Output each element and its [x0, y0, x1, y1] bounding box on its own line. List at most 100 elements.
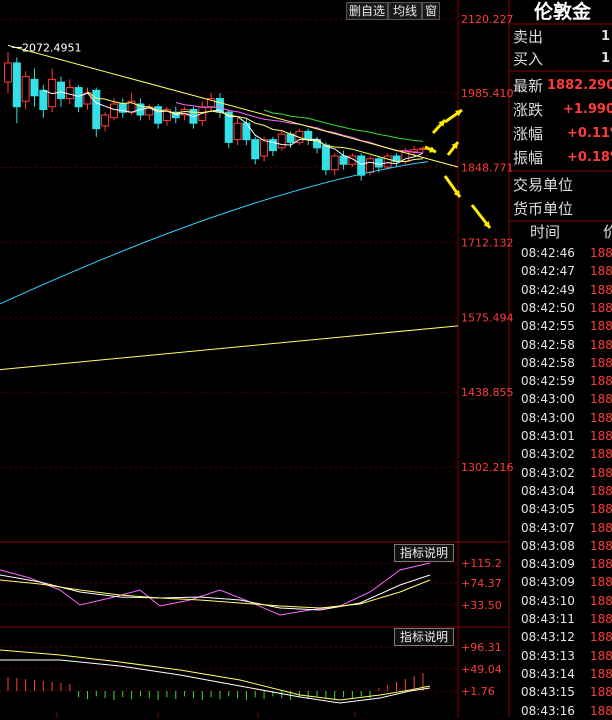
candle-body — [65, 87, 74, 100]
candle-body — [321, 144, 330, 171]
macd-dea-line — [0, 649, 431, 701]
tick-price: 188 — [590, 355, 612, 370]
tick-price: 188 — [590, 612, 612, 626]
candle-body — [410, 148, 419, 153]
tick-time: 08:43:09 — [521, 557, 575, 572]
indicator-tick-label: +115.2 — [461, 557, 502, 570]
candle-body — [251, 139, 260, 160]
tick-price: 188 — [590, 447, 612, 462]
indicator-line-k — [0, 562, 431, 616]
tick-price: 188 — [590, 483, 612, 498]
tick-time: 08:42:50 — [521, 300, 575, 315]
tick-price-header: 价 — [603, 223, 612, 241]
tick-price: 188 — [590, 282, 612, 297]
tick-time: 08:43:09 — [521, 575, 575, 590]
tick-price: 188 — [590, 648, 612, 663]
candle-body — [21, 76, 30, 102]
price-tick-label: 1575.494 — [461, 311, 514, 324]
high-price-label: 2072.4951 — [22, 41, 82, 54]
tick-time: 08:43:13 — [521, 648, 575, 663]
tick-price: 188 — [590, 685, 612, 700]
tick-time: 08:42:47 — [521, 264, 575, 279]
tick-time: 08:42:58 — [521, 337, 575, 352]
tick-time: 08:43:01 — [521, 429, 575, 443]
currency-unit-label: 货币单位 — [513, 200, 574, 218]
tick-price: 188 — [590, 465, 612, 480]
candle-body — [304, 130, 313, 141]
tick-price: 188 — [590, 575, 612, 590]
candle-body — [12, 62, 21, 108]
ma-line-long — [0, 161, 429, 305]
candle-body — [39, 89, 48, 110]
buy-value: 1 — [600, 51, 610, 66]
amplitude-label: 振幅 — [513, 149, 544, 167]
tick-price: 188 — [590, 337, 612, 352]
tick-time: 08:43:11 — [521, 612, 575, 626]
sell-value: 1 — [600, 29, 610, 44]
indicator-tick-label: +96.31 — [461, 641, 502, 654]
indicator-tick-label: +33.50 — [461, 599, 502, 612]
ma-line-button[interactable]: 均线 — [388, 2, 422, 20]
candle-body — [233, 122, 242, 141]
price-tick-label: 1438.855 — [461, 386, 514, 399]
window-button[interactable]: 窗 — [422, 2, 440, 20]
tick-price: 188 — [590, 410, 612, 425]
trend-line-up — [0, 325, 459, 371]
tick-time: 08:43:02 — [521, 447, 575, 462]
trade-unit-label: 交易单位 — [513, 176, 574, 194]
sell-label: 卖出 — [513, 28, 544, 46]
tick-price: 188 — [590, 246, 612, 260]
candle-body — [30, 78, 39, 97]
pct-change-value: +0.11% — [567, 126, 612, 141]
tick-time: 08:43:02 — [521, 465, 575, 480]
tick-price: 188 — [590, 300, 612, 315]
tick-price: 188 — [590, 392, 612, 407]
latest-label: 最新 — [513, 77, 544, 95]
candle-body — [374, 158, 383, 168]
change-label: 涨跌 — [513, 101, 544, 119]
candle-body — [109, 103, 118, 119]
candle-body — [339, 155, 348, 165]
tick-price: 188 — [590, 520, 612, 535]
tick-time: 08:42:46 — [521, 246, 575, 260]
candle-body — [56, 81, 65, 100]
candle-body — [242, 122, 251, 141]
tick-time: 08:43:12 — [521, 630, 575, 645]
candle-body — [83, 92, 92, 105]
candle-body — [4, 62, 12, 83]
candle-body — [260, 139, 269, 157]
tick-time: 08:42:58 — [521, 355, 575, 370]
tick-time: 08:42:59 — [521, 374, 575, 389]
tick-price: 188 — [590, 703, 612, 718]
candle-body — [357, 155, 366, 176]
price-tick-label: 2120.227 — [461, 13, 514, 26]
latest-value: 1882.2900 — [547, 78, 612, 93]
indicator-tick-label: +74.37 — [461, 577, 502, 590]
tick-price: 188 — [590, 666, 612, 681]
tick-time: 08:42:49 — [521, 282, 575, 297]
tick-price: 188 — [590, 502, 612, 517]
tick-time: 08:43:08 — [521, 538, 575, 553]
tick-time: 08:43:00 — [521, 410, 575, 425]
tick-time: 08:43:04 — [521, 483, 575, 498]
tick-price: 188 — [590, 630, 612, 645]
candle-body — [101, 114, 110, 127]
indicator-info-button-2[interactable]: 指标说明 — [394, 628, 454, 646]
price-tick-label: 1712.132 — [461, 237, 514, 250]
tick-time: 08:43:14 — [521, 666, 575, 681]
pct-change-label: 涨幅 — [513, 125, 544, 143]
tick-time: 08:43:15 — [521, 685, 575, 700]
indicator-info-button-1[interactable]: 指标说明 — [394, 544, 454, 562]
tick-price: 188 — [590, 264, 612, 279]
price-tick-label: 1302.216 — [461, 461, 514, 474]
tick-price: 188 — [590, 557, 612, 572]
change-value: +1.9901 — [563, 102, 612, 117]
delete-favorite-button[interactable]: 删自选 — [346, 2, 388, 20]
tick-time: 08:42:55 — [521, 319, 575, 334]
tick-time: 08:43:05 — [521, 502, 575, 517]
candle-body — [268, 139, 277, 152]
tick-time: 08:43:00 — [521, 392, 575, 407]
tick-time: 08:43:07 — [521, 520, 575, 535]
indicator-tick-label: +1.76 — [461, 685, 495, 698]
candle-body — [74, 87, 83, 108]
